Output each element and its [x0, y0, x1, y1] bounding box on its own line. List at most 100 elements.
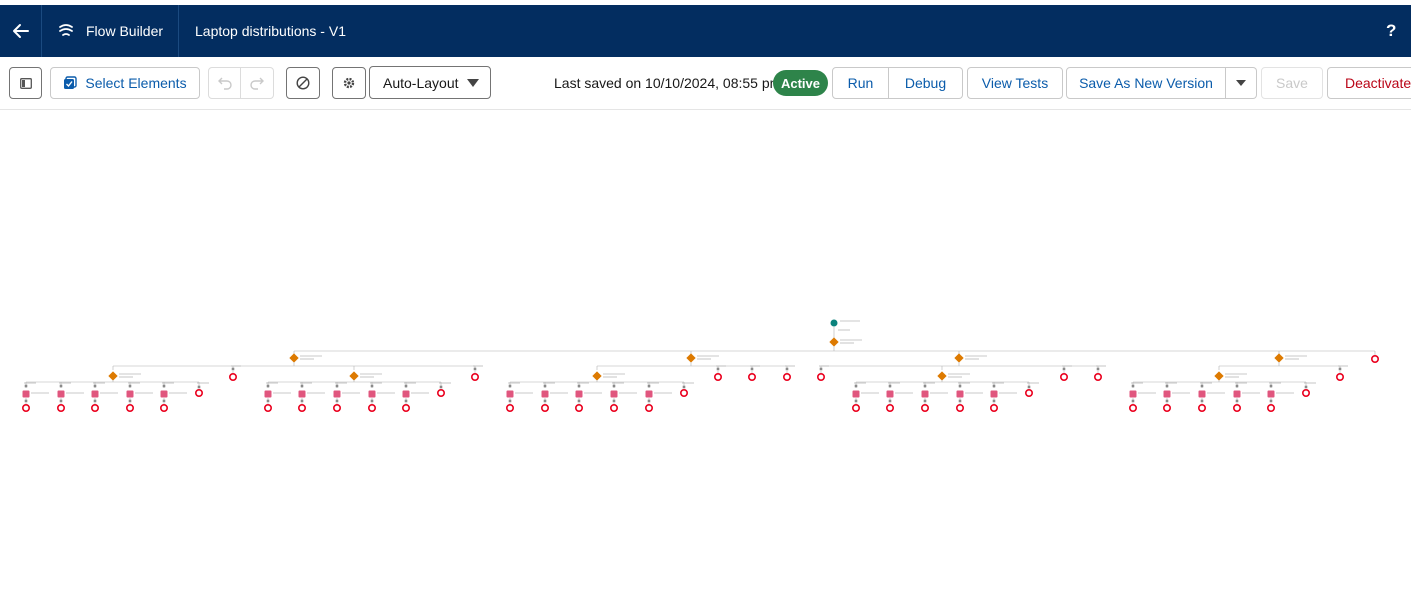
action-node[interactable] [1163, 390, 1171, 398]
end-node[interactable] [1233, 403, 1242, 412]
end-node[interactable] [436, 388, 445, 397]
action-node[interactable] [1267, 390, 1275, 398]
end-node[interactable] [989, 403, 998, 412]
end-node[interactable] [1163, 403, 1172, 412]
end-node[interactable] [367, 403, 376, 412]
start-node[interactable] [830, 319, 838, 327]
deactivate-button[interactable]: Deactivate [1327, 67, 1411, 99]
end-node[interactable] [229, 372, 238, 381]
save-menu-button[interactable] [1226, 67, 1257, 99]
action-node[interactable] [1198, 390, 1206, 398]
save-as-new-version-button[interactable]: Save As New Version [1066, 67, 1226, 99]
end-node[interactable] [609, 403, 618, 412]
end-node[interactable] [574, 403, 583, 412]
decision-node[interactable] [686, 353, 696, 363]
run-button[interactable]: Run [832, 67, 889, 99]
end-node[interactable] [332, 403, 341, 412]
action-node[interactable] [886, 390, 894, 398]
end-node[interactable] [470, 372, 479, 381]
decision-node[interactable] [592, 371, 602, 381]
select-elements-icon [64, 76, 78, 89]
action-node[interactable] [402, 390, 410, 398]
action-node[interactable] [368, 390, 376, 398]
end-node[interactable] [505, 403, 514, 412]
save-button[interactable]: Save [1261, 67, 1323, 99]
end-node[interactable] [160, 403, 169, 412]
end-node[interactable] [21, 403, 30, 412]
action-node[interactable] [575, 390, 583, 398]
decision-node[interactable] [1274, 353, 1284, 363]
end-node[interactable] [885, 403, 894, 412]
undo-icon [217, 77, 232, 90]
help-button[interactable]: ? [1386, 5, 1396, 57]
action-node[interactable] [990, 390, 998, 398]
action-node[interactable] [956, 390, 964, 398]
action-node[interactable] [506, 390, 514, 398]
decision-node[interactable] [954, 353, 964, 363]
end-node[interactable] [713, 372, 722, 381]
end-node[interactable] [679, 388, 688, 397]
end-node[interactable] [56, 403, 65, 412]
end-node[interactable] [126, 403, 135, 412]
end-node[interactable] [747, 372, 756, 381]
end-node[interactable] [1025, 388, 1034, 397]
decision-node[interactable] [937, 371, 947, 381]
end-node[interactable] [1267, 403, 1276, 412]
end-node[interactable] [1336, 372, 1345, 381]
end-node[interactable] [195, 388, 204, 397]
flow-canvas[interactable] [0, 111, 1411, 613]
errors-button[interactable] [286, 67, 320, 99]
redo-button[interactable] [241, 67, 274, 99]
layout-select[interactable]: Auto-Layout [369, 66, 491, 99]
end-node[interactable] [782, 372, 791, 381]
flow-diagram[interactable] [0, 111, 1411, 613]
action-node[interactable] [160, 390, 168, 398]
end-node[interactable] [91, 403, 100, 412]
action-node[interactable] [921, 390, 929, 398]
action-node[interactable] [126, 390, 134, 398]
action-node[interactable] [610, 390, 618, 398]
end-node[interactable] [1198, 403, 1207, 412]
action-node[interactable] [22, 390, 30, 398]
end-node[interactable] [816, 372, 825, 381]
end-node[interactable] [297, 403, 306, 412]
action-node[interactable] [1129, 390, 1137, 398]
end-node[interactable] [1302, 388, 1311, 397]
end-node[interactable] [920, 403, 929, 412]
end-node[interactable] [1060, 372, 1069, 381]
debug-button[interactable]: Debug [889, 67, 963, 99]
action-node[interactable] [298, 390, 306, 398]
action-node[interactable] [57, 390, 65, 398]
decision-node[interactable] [108, 371, 118, 381]
action-node[interactable] [541, 390, 549, 398]
end-node[interactable] [644, 403, 653, 412]
settings-button[interactable] [332, 67, 366, 99]
chevron-down-icon [1236, 80, 1246, 86]
end-node[interactable] [540, 403, 549, 412]
action-node[interactable] [91, 390, 99, 398]
redo-icon [250, 77, 264, 90]
action-node[interactable] [333, 390, 341, 398]
end-node[interactable] [1129, 403, 1138, 412]
decision-node[interactable] [1214, 371, 1224, 381]
action-node[interactable] [645, 390, 653, 398]
no-errors-icon [296, 76, 310, 90]
undo-button[interactable] [208, 67, 241, 99]
select-elements-button[interactable]: Select Elements [50, 67, 200, 99]
action-node[interactable] [852, 390, 860, 398]
decision-node[interactable] [829, 337, 839, 347]
end-node[interactable] [955, 403, 964, 412]
end-node[interactable] [263, 403, 272, 412]
help-icon: ? [1386, 21, 1397, 40]
end-node[interactable] [1094, 372, 1103, 381]
end-node[interactable] [851, 403, 860, 412]
back-button[interactable] [0, 5, 42, 57]
end-node[interactable] [401, 403, 410, 412]
decision-node[interactable] [289, 353, 299, 363]
view-tests-button[interactable]: View Tests [967, 67, 1063, 99]
end-node[interactable] [1371, 355, 1380, 364]
toggle-panel-button[interactable] [9, 67, 42, 99]
decision-node[interactable] [349, 371, 359, 381]
action-node[interactable] [264, 390, 272, 398]
action-node[interactable] [1233, 390, 1241, 398]
